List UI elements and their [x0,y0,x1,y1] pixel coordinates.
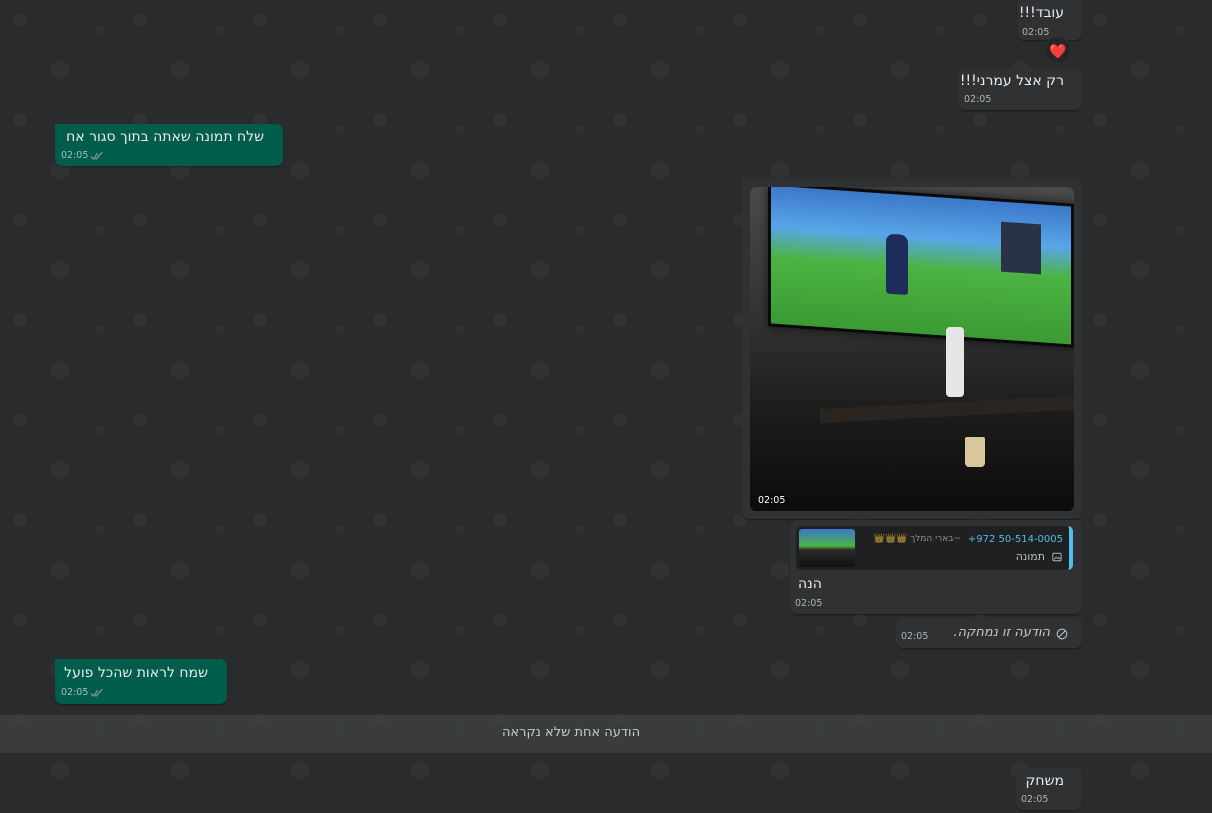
quoted-photo-thumbnail [799,529,855,567]
message-text: משחק [1025,773,1064,789]
message-text: שלח תמונה שאתה בתוך סגור אח [66,129,264,145]
quoted-sender-alias: ~בארי המלך 👑👑👑 [873,534,961,544]
message-bubble-outgoing[interactable]: שלח תמונה שאתה בתוך סגור אח 02:05 [55,124,283,166]
message-bubble-incoming[interactable]: עובד!!! 02:05 [1017,0,1082,40]
message-text: הנה [798,576,822,592]
message-text: עובד!!! [1018,5,1064,21]
message-bubble-image[interactable]: 02:05 [742,179,1082,519]
message-bubble-outgoing[interactable]: שמח לראות שהכל פועל 02:05 [55,659,227,704]
tv-screen-image [768,187,1074,348]
message-text: שמח לראות שהכל פועל [64,665,208,681]
message-time: 02:05 [61,150,89,161]
message-time: 02:05 [758,495,786,506]
message-bubble-reply[interactable]: +972 50-514-0005 ~בארי המלך 👑👑👑 תמונה הנ… [790,520,1082,614]
message-time: 02:05 [1021,794,1049,805]
message-time: 02:05 [1022,27,1050,38]
message-bubble-incoming[interactable]: רק אצל עמרני!!! 02:05 [958,68,1082,110]
message-text: רק אצל עמרני!!! [959,73,1064,89]
double-check-icon [90,688,103,698]
heart-reaction-icon[interactable]: ❤️ [1044,36,1072,64]
message-bubble-incoming[interactable]: משחק 02:05 [1016,768,1082,810]
message-time: 02:05 [795,598,823,609]
unread-messages-label: הודעה אחת שלא נקראה [501,725,641,740]
quoted-sender: +972 50-514-0005 [967,534,1063,545]
message-bubble-deleted[interactable]: הודעה זו נמחקה. 02:05 [896,618,1082,648]
double-check-icon [90,151,103,161]
blocked-icon [1056,628,1068,640]
message-time: 02:05 [964,94,992,105]
message-time: 02:05 [901,631,929,642]
shared-photo[interactable]: 02:05 [750,187,1074,511]
camera-icon [1052,552,1062,562]
unread-messages-divider: הודעה אחת שלא נקראה [0,715,1212,753]
quoted-message[interactable]: +972 50-514-0005 ~בארי המלך 👑👑👑 תמונה [796,526,1073,570]
game-console-image [946,327,964,397]
quoted-text: תמונה [1015,550,1045,563]
deleted-message-text: הודעה זו נמחקה. [953,625,1050,640]
message-time: 02:05 [61,687,89,698]
